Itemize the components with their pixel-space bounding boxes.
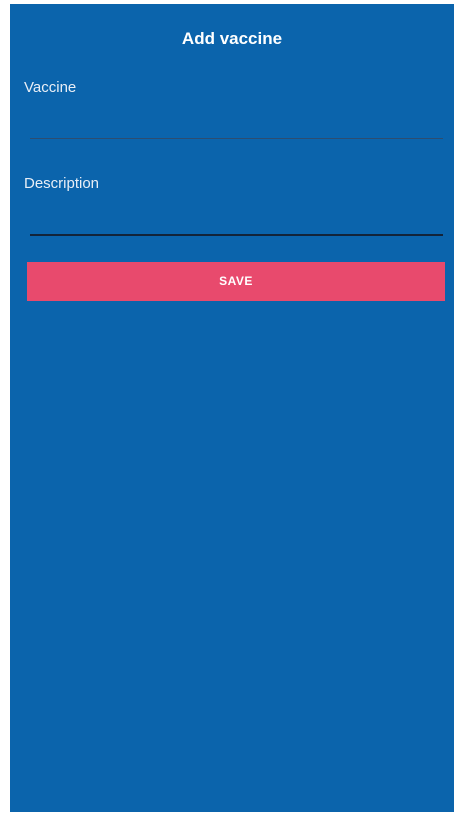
description-input[interactable] — [30, 202, 443, 232]
add-vaccine-screen: Add vaccine Vaccine Description SAVE — [10, 4, 454, 812]
vaccine-input[interactable] — [30, 106, 443, 136]
vaccine-label: Vaccine — [24, 79, 77, 96]
description-label: Description — [24, 175, 100, 192]
page-title: Add vaccine — [181, 29, 283, 48]
vaccine-input-underline — [30, 138, 443, 139]
description-input-underline — [30, 234, 443, 236]
save-button[interactable]: SAVE — [27, 262, 445, 301]
